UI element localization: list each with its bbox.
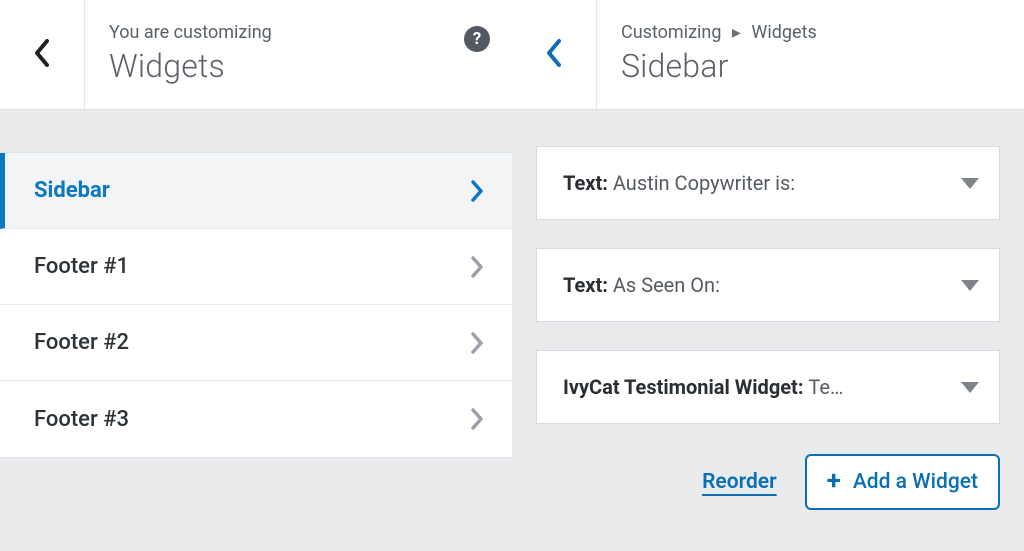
area-row-footer-3[interactable]: Footer #3 [0,381,512,457]
area-row-footer-1[interactable]: Footer #1 [0,229,512,305]
page-title: Sidebar [621,47,1002,85]
widget-item[interactable]: Text: Austin Copywriter is: [536,146,1000,220]
widget-actions: Reorder + Add a Widget [512,454,1024,510]
widget-label: Text: As Seen On: [563,273,720,297]
chevron-right-icon [470,179,484,203]
widget-item[interactable]: Text: As Seen On: [536,248,1000,322]
widget-type: Text [563,171,602,195]
breadcrumb-current: Widgets [751,22,816,43]
widget-title: As Seen On: [613,273,720,297]
chevron-right-icon [470,331,484,355]
area-label: Footer #1 [34,254,129,279]
spacer [0,110,512,152]
back-button[interactable] [512,0,597,109]
area-label: Sidebar [34,178,110,203]
chevron-right-icon [470,407,484,431]
panel-widget-areas: You are customizing Widgets ? Sidebar Fo… [0,0,512,551]
area-row-footer-2[interactable]: Footer #2 [0,305,512,381]
add-widget-button[interactable]: + Add a Widget [805,454,1000,510]
widget-type: IvyCat Testimonial Widget [563,375,798,399]
widget-list: Text: Austin Copywriter is: Text: As See… [512,110,1024,444]
header-body: You are customizing Widgets ? [85,0,512,109]
caret-down-icon [961,178,979,189]
header-left: You are customizing Widgets ? [0,0,512,110]
widget-type: Text [563,273,602,297]
plus-icon: + [827,474,841,490]
back-button[interactable] [0,0,85,109]
caret-down-icon [961,382,979,393]
breadcrumb-separator-icon: ▸ [726,22,747,43]
chevron-left-icon [545,38,563,72]
area-row-sidebar[interactable]: Sidebar [0,153,512,229]
eyebrow-text: You are customizing [109,22,490,43]
chevron-right-icon [470,255,484,279]
widget-title: Austin Copywriter is: [613,171,795,195]
page-title: Widgets [109,47,490,85]
widget-label: IvyCat Testimonial Widget: Te… [563,375,843,399]
header-body: Customizing ▸ Widgets Sidebar [597,0,1024,109]
help-icon[interactable]: ? [464,26,490,52]
caret-down-icon [961,280,979,291]
widget-item[interactable]: IvyCat Testimonial Widget: Te… [536,350,1000,424]
reorder-link[interactable]: Reorder [702,470,777,494]
area-label: Footer #2 [34,330,129,355]
chevron-left-icon [33,38,51,72]
widget-label: Text: Austin Copywriter is: [563,171,795,195]
widget-area-list: Sidebar Footer #1 Footer #2 Footer #3 [0,152,512,458]
panel-sidebar-widgets: Customizing ▸ Widgets Sidebar Text: Aust… [512,0,1024,551]
add-widget-label: Add a Widget [853,470,978,494]
breadcrumb: Customizing ▸ Widgets [621,22,1002,43]
breadcrumb-parent: Customizing [621,22,721,43]
widget-title: Te… [808,375,843,399]
header-right: Customizing ▸ Widgets Sidebar [512,0,1024,110]
area-label: Footer #3 [34,407,129,432]
